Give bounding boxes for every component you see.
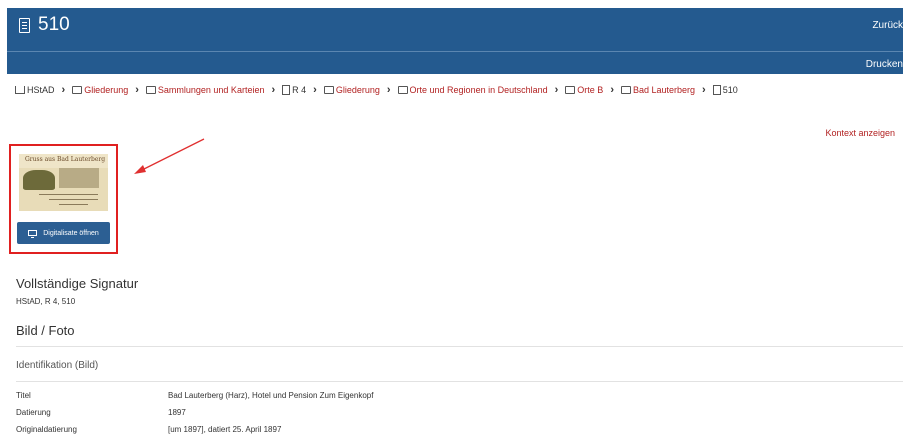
identification-heading: Identifikation (Bild): [16, 360, 99, 371]
identification-divider: [16, 381, 903, 382]
open-digitized-button[interactable]: Digitalisate öffnen: [17, 222, 110, 244]
chevron-right-icon: ›: [610, 84, 614, 96]
header-divider: [7, 51, 903, 52]
signature-value: HStAD, R 4, 510: [16, 297, 76, 306]
breadcrumb-item-hstad[interactable]: HStAD: [15, 85, 55, 95]
folder-icon: [620, 86, 631, 94]
document-icon: [712, 85, 721, 95]
breadcrumb-item-current: 510: [712, 85, 738, 95]
folder-icon: [72, 86, 83, 94]
breadcrumb-item-r4[interactable]: R 4: [282, 85, 306, 95]
folder-icon: [323, 86, 334, 94]
breadcrumb-item-orte-regionen[interactable]: Orte und Regionen in Deutschland: [397, 85, 548, 95]
breadcrumb-item-sammlungen[interactable]: Sammlungen und Karteien: [145, 85, 264, 95]
postcard-trees: [23, 170, 55, 190]
chevron-right-icon: ›: [554, 84, 559, 96]
table-row: Datierung 1897: [16, 408, 186, 417]
chevron-right-icon: ›: [61, 84, 66, 96]
page-title-text: 510: [38, 14, 70, 35]
folder-icon: [145, 86, 156, 94]
breadcrumb-item-gliederung-2[interactable]: Gliederung: [323, 85, 380, 95]
postcard-thumbnail[interactable]: Gruss aus Bad Lauterberg: [19, 154, 108, 211]
breadcrumb: HStAD › Gliederung › Sammlungen und Kart…: [15, 84, 738, 96]
section-heading: Bild / Foto: [16, 323, 75, 338]
monitor-icon: [28, 230, 38, 238]
chevron-right-icon: ›: [386, 84, 391, 96]
back-link[interactable]: Zurück: [872, 20, 903, 31]
section-divider: [16, 346, 903, 347]
postcard-text-line: [39, 194, 98, 195]
chevron-right-icon: ›: [313, 84, 317, 96]
table-row: Titel Bad Lauterberg (Harz), Hotel und P…: [16, 391, 373, 400]
postcard-building: [59, 168, 99, 188]
page-title: 510: [19, 14, 70, 36]
row-value: [um 1897], datiert 25. April 1897: [168, 425, 282, 434]
postcard-text-line: [59, 204, 88, 205]
row-value: Bad Lauterberg (Harz), Hotel und Pension…: [168, 391, 374, 400]
breadcrumb-item-bad-lauterberg[interactable]: Bad Lauterberg: [620, 85, 695, 95]
postcard-caption: Gruss aus Bad Lauterberg: [25, 156, 106, 163]
header-bar: 510 Zurück Drucken: [7, 8, 903, 74]
folder-icon: [565, 86, 576, 94]
breadcrumb-item-orte-b[interactable]: Orte B: [565, 85, 603, 95]
table-row: Originaldatierung [um 1897], datiert 25.…: [16, 425, 281, 434]
home-icon: [15, 86, 25, 94]
folder-icon: [397, 86, 408, 94]
chevron-right-icon: ›: [135, 84, 139, 96]
open-digitized-label: Digitalisate öffnen: [43, 229, 99, 237]
chevron-right-icon: ›: [702, 84, 706, 96]
postcard-text-line: [49, 199, 98, 200]
signature-heading: Vollständige Signatur: [16, 276, 139, 291]
print-link[interactable]: Drucken: [866, 59, 903, 70]
breadcrumb-item-gliederung[interactable]: Gliederung: [72, 85, 128, 95]
thumbnail-highlight-box: Gruss aus Bad Lauterberg Digitalisate öf…: [9, 144, 118, 254]
row-label: Titel: [16, 391, 31, 400]
row-label: Datierung: [16, 408, 51, 417]
row-label: Originaldatierung: [16, 425, 77, 434]
document-icon: [19, 17, 30, 33]
context-link[interactable]: Kontext anzeigen: [825, 128, 895, 138]
file-icon: [282, 85, 291, 95]
chevron-right-icon: ›: [271, 84, 276, 96]
row-value: 1897: [168, 408, 186, 417]
